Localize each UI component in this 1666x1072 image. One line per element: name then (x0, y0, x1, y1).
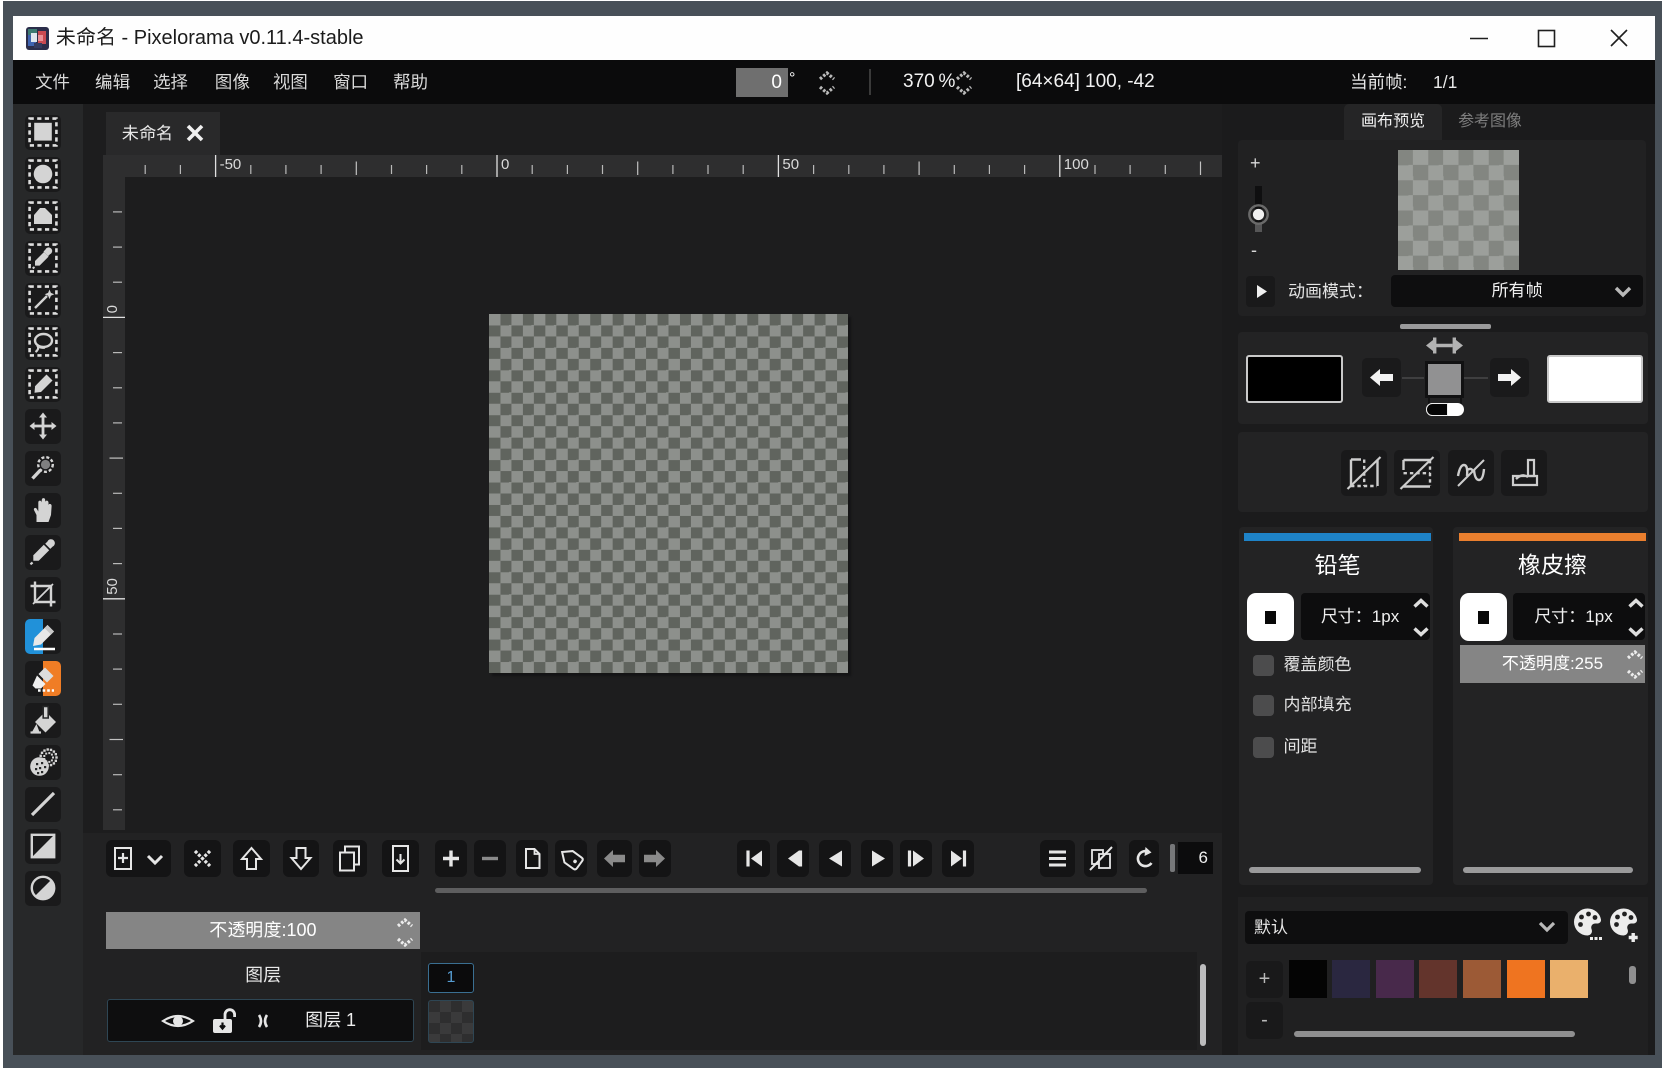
svg-text:50: 50 (104, 578, 121, 595)
svg-text:0: 0 (501, 156, 509, 173)
svg-text:100: 100 (1064, 156, 1089, 173)
svg-text:0: 0 (104, 305, 121, 313)
svg-text:50: 50 (782, 156, 799, 173)
svg-text:-50: -50 (220, 156, 242, 173)
